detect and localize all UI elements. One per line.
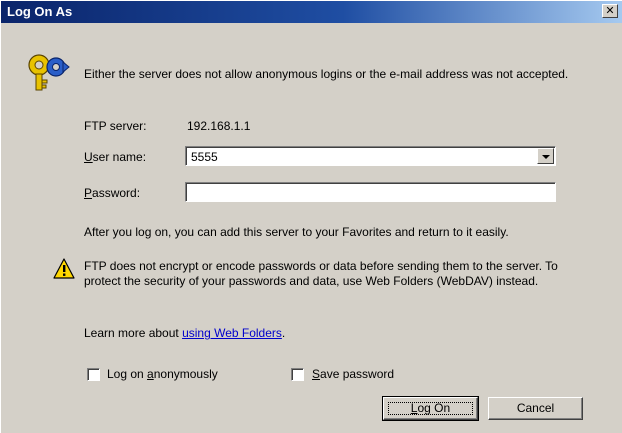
ftp-server-value: 192.168.1.1 — [187, 119, 251, 133]
log-on-label-rest: og On — [417, 401, 451, 415]
user-name-accesskey: U — [84, 150, 93, 164]
learn-more: Learn more about using Web Folders. — [84, 326, 285, 340]
user-name-label-text: ser name: — [92, 150, 147, 164]
log-on-as-dialog: Log On As ✕ Either the server does not a… — [0, 0, 622, 433]
using-web-folders-link[interactable]: using Web Folders — [182, 326, 282, 340]
log-on-anonymously-label[interactable]: Log on anonymously — [107, 367, 218, 381]
favorites-note: After you log on, you can add this serve… — [84, 225, 509, 239]
learn-more-suffix: . — [281, 326, 286, 340]
close-button[interactable]: ✕ — [602, 4, 618, 18]
user-name-dropdown-button[interactable] — [537, 148, 554, 164]
save-password-label[interactable]: Save password — [312, 367, 394, 381]
password-label: Password: — [84, 186, 140, 200]
cancel-button[interactable]: Cancel — [488, 397, 583, 420]
log-on-button[interactable]: Log On — [382, 396, 479, 421]
learn-more-prefix: Learn more about — [84, 326, 183, 340]
log-on-anonymously-checkbox[interactable] — [87, 368, 100, 381]
save-accesskey: S — [312, 367, 321, 381]
keys-icon — [28, 54, 70, 91]
anon-accesskey: a — [147, 367, 154, 381]
anon-label-post: nonymously — [153, 367, 218, 381]
chevron-down-icon — [542, 155, 550, 159]
password-field-frame — [185, 182, 556, 202]
password-label-text: assword: — [92, 186, 141, 200]
save-password-checkbox[interactable] — [291, 368, 304, 381]
user-name-label: User name: — [84, 150, 146, 164]
password-accesskey: P — [84, 186, 93, 200]
user-name-value: 5555 — [191, 150, 218, 164]
password-field[interactable] — [188, 185, 556, 201]
save-label-post: ave password — [320, 367, 395, 381]
logon-failed-message: Either the server does not allow anonymo… — [84, 67, 569, 81]
anon-label-pre: Log on — [107, 367, 148, 381]
ftp-server-label: FTP server: — [84, 119, 147, 133]
cancel-button-label: Cancel — [516, 401, 555, 415]
user-name-combobox[interactable]: 5555 — [185, 146, 556, 166]
dialog-title: Log On As — [7, 4, 73, 19]
close-icon: ✕ — [605, 5, 615, 17]
log-on-button-label: Log On — [411, 401, 450, 415]
title-bar[interactable]: Log On As ✕ — [1, 1, 622, 23]
security-warning: FTP does not encrypt or encode passwords… — [84, 259, 558, 288]
warning-icon — [53, 258, 75, 279]
